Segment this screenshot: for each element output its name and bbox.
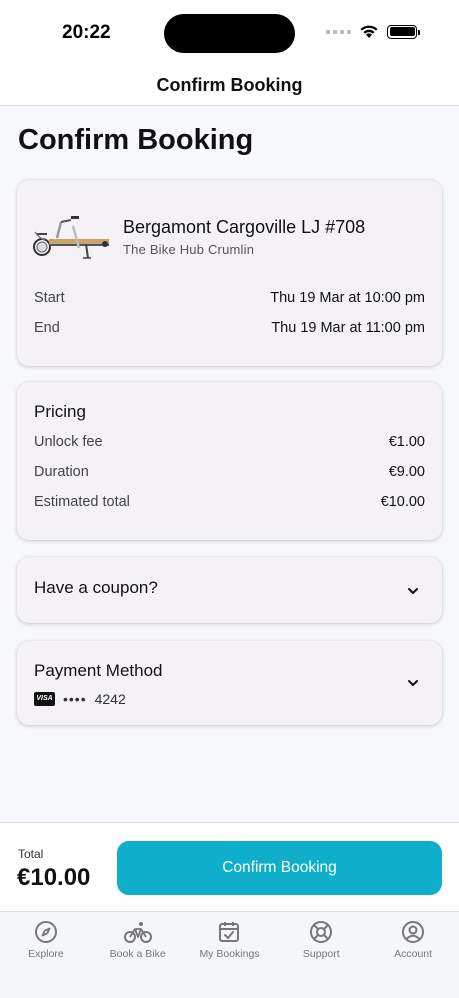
card-last4: 4242 [94, 691, 126, 707]
end-label: End [34, 320, 60, 336]
chevron-down-icon[interactable] [406, 584, 420, 598]
payment-method-card[interactable]: Payment Method VISA •••• 4242 [17, 641, 442, 725]
payment-title: Payment Method [34, 661, 163, 680]
booking-footer: Total €10.00 Confirm Booking [0, 822, 459, 911]
tab-explore[interactable]: Explore [0, 912, 92, 998]
battery-icon [387, 24, 420, 39]
start-value: Thu 19 Mar at 10:00 pm [270, 290, 425, 306]
visa-icon: VISA [34, 692, 55, 706]
cellular-signal-icon [326, 29, 351, 34]
pricing-title: Pricing [34, 402, 86, 421]
bike-icon [123, 922, 152, 943]
pricing-row-label: Estimated total [34, 494, 130, 510]
status-icons [326, 24, 420, 39]
status-bar: 20:22 [0, 0, 459, 66]
pricing-row-label: Duration [34, 464, 89, 480]
wifi-icon [360, 25, 378, 38]
pricing-row: Duration €9.00 [34, 464, 425, 480]
coupon-title: Have a coupon? [34, 578, 158, 597]
tab-label: Book a Bike [109, 948, 166, 960]
page-title: Confirm Booking [18, 124, 254, 156]
saved-card: VISA •••• 4242 [34, 691, 126, 707]
nav-title: Confirm Booking [156, 75, 303, 95]
chevron-down-icon[interactable] [406, 676, 420, 690]
pricing-row-value: €1.00 [388, 434, 425, 450]
end-value: Thu 19 Mar at 11:00 pm [271, 320, 425, 336]
coupon-card[interactable]: Have a coupon? [17, 557, 442, 623]
dynamic-island [164, 14, 295, 53]
tab-label: Explore [28, 948, 64, 960]
pricing-row: Unlock fee €1.00 [34, 434, 425, 450]
status-time: 20:22 [62, 22, 111, 43]
pricing-row: Estimated total €10.00 [34, 494, 425, 510]
start-label: Start [34, 290, 65, 306]
pricing-row-value: €10.00 [380, 494, 425, 510]
bike-name: Bergamont Cargoville LJ #708 [123, 217, 366, 237]
end-row: End Thu 19 Mar at 11:00 pm [34, 320, 425, 336]
bike-thumbnail [33, 216, 109, 259]
lifebuoy-icon [310, 921, 333, 943]
card-mask: •••• [63, 691, 87, 707]
total-label: Total [18, 847, 44, 861]
tab-support[interactable]: Support [275, 912, 367, 998]
total-value: €10.00 [17, 864, 91, 891]
tab-account[interactable]: Account [367, 912, 459, 998]
bike-summary-card: Bergamont Cargoville LJ #708 The Bike Hu… [17, 180, 442, 366]
nav-bar: Confirm Booking [0, 66, 459, 106]
confirm-booking-button[interactable]: Confirm Booking [117, 841, 442, 895]
tab-label: My Bookings [199, 948, 260, 960]
compass-icon [34, 921, 57, 943]
user-circle-icon [402, 921, 425, 943]
pricing-row-value: €9.00 [388, 464, 425, 480]
tab-my-bookings[interactable]: My Bookings [184, 912, 276, 998]
start-row: Start Thu 19 Mar at 10:00 pm [34, 290, 425, 306]
calendar-check-icon [219, 922, 240, 942]
tab-book-a-bike[interactable]: Book a Bike [92, 912, 184, 998]
pricing-card: Pricing Unlock fee €1.00 Duration €9.00 … [17, 382, 442, 540]
tab-label: Support [302, 948, 340, 960]
pricing-row-label: Unlock fee [34, 434, 103, 450]
tab-label: Account [394, 948, 433, 960]
bike-location: The Bike Hub Crumlin [123, 242, 255, 257]
tab-bar: Explore Book a Bike My Bookings Support … [0, 911, 459, 998]
